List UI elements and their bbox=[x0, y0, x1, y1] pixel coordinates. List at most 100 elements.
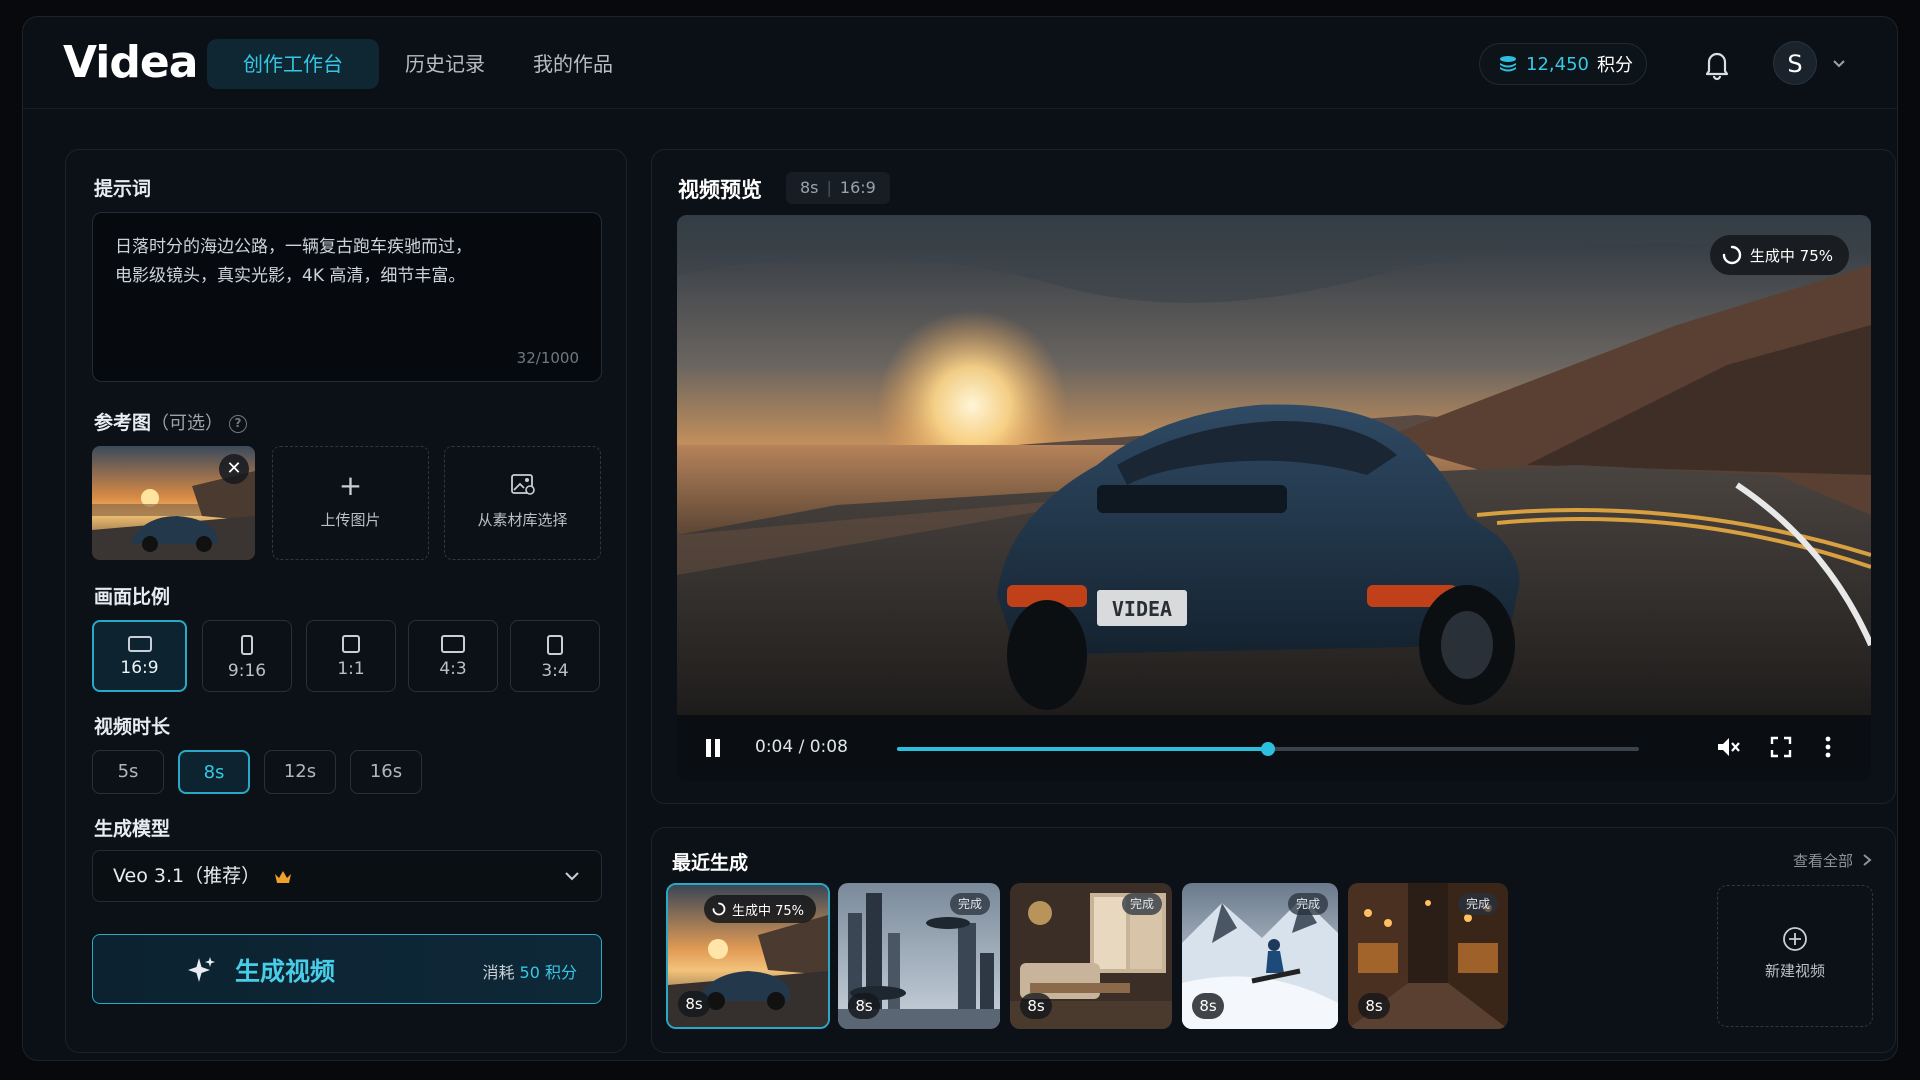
ratio-label: 画面比例 bbox=[94, 586, 171, 608]
chevron-down-icon bbox=[563, 867, 581, 885]
video-player[interactable]: VIDEA 生成中 75% 0:04 / 0:08 bbox=[677, 215, 1871, 781]
ratio-16-9-icon bbox=[127, 636, 152, 652]
ratio-text: 16:9 bbox=[120, 658, 159, 678]
model-select[interactable]: Veo 3.1（推荐） bbox=[92, 850, 602, 902]
ratio-option-1-1[interactable]: 1:1 bbox=[306, 620, 396, 692]
coins-icon bbox=[1498, 55, 1518, 73]
close-icon[interactable]: ✕ bbox=[219, 454, 249, 484]
progress-knob[interactable] bbox=[1261, 742, 1275, 756]
playback-time: 0:04 / 0:08 bbox=[755, 737, 848, 757]
duration-option-12s[interactable]: 12s bbox=[264, 750, 336, 794]
spinner-icon bbox=[1722, 245, 1742, 265]
recent-card[interactable]: 完成 8s bbox=[1348, 883, 1508, 1029]
card-duration: 8s bbox=[1358, 993, 1390, 1019]
card-status-text: 生成中 75% bbox=[731, 903, 804, 919]
card-status-badge: 完成 bbox=[1122, 893, 1162, 915]
app-logo: Videa bbox=[63, 37, 198, 88]
generate-cost: 消耗 50 积分 bbox=[482, 959, 577, 983]
crown-icon bbox=[274, 870, 292, 884]
top-header: Videa 创作工作台 历史记录 我的作品 12,450 积分 S bbox=[23, 17, 1897, 109]
preview-meta: 8s | 16:9 bbox=[786, 172, 890, 204]
cost-value: 50 积分 bbox=[519, 963, 577, 982]
pause-icon[interactable] bbox=[703, 737, 723, 759]
plus-circle-icon bbox=[1718, 926, 1872, 952]
char-counter: 32/1000 bbox=[516, 349, 579, 367]
prompt-text-line: 日落时分的海边公路，一辆复古跑车疾驰而过， bbox=[115, 237, 472, 257]
app-window: Videa 创作工作台 历史记录 我的作品 12,450 积分 S 提示词 日落… bbox=[22, 16, 1898, 1061]
recent-title: 最近生成 bbox=[672, 852, 749, 874]
spinner-icon bbox=[712, 902, 726, 916]
tab-workbench[interactable]: 创作工作台 bbox=[207, 39, 379, 89]
fullscreen-icon[interactable] bbox=[1769, 735, 1793, 759]
new-video-button[interactable]: 新建视频 bbox=[1717, 885, 1873, 1027]
duration-option-5s[interactable]: 5s bbox=[92, 750, 164, 794]
recent-card[interactable]: 生成中 75% 8s bbox=[666, 883, 830, 1029]
recent-card[interactable]: 完成 8s bbox=[1010, 883, 1172, 1029]
ratio-text: 3:4 bbox=[541, 661, 569, 681]
progress-slider[interactable] bbox=[897, 742, 1639, 756]
reference-label: 参考图（可选）? bbox=[94, 408, 248, 435]
sparkle-icon bbox=[187, 955, 217, 985]
card-status-badge: 完成 bbox=[1288, 893, 1328, 915]
ratio-4-3-icon bbox=[441, 635, 465, 653]
chevron-right-icon[interactable] bbox=[1861, 853, 1873, 867]
more-options-icon[interactable] bbox=[1823, 735, 1833, 759]
preview-title: 视频预览 bbox=[678, 178, 762, 202]
view-all-link[interactable]: 查看全部 bbox=[1793, 850, 1853, 871]
generating-status-text: 生成中 75% bbox=[1749, 246, 1833, 265]
ratio-text: 1:1 bbox=[337, 659, 365, 679]
duration-label: 视频时长 bbox=[94, 716, 171, 738]
duration-option-16s[interactable]: 16s bbox=[350, 750, 422, 794]
image-library-icon bbox=[445, 473, 600, 499]
ratio-3-4-icon bbox=[547, 635, 563, 655]
ratio-option-16-9[interactable]: 16:9 bbox=[92, 620, 187, 692]
generate-label: 生成视频 bbox=[235, 957, 336, 986]
card-duration: 8s bbox=[1020, 993, 1052, 1019]
user-avatar[interactable]: S bbox=[1773, 41, 1817, 85]
ratio-9-16-icon bbox=[241, 635, 253, 655]
reference-image[interactable]: ✕ bbox=[92, 446, 255, 560]
generate-video-button[interactable]: 生成视频 消耗 50 积分 bbox=[92, 934, 602, 1004]
duration-option-8s[interactable]: 8s bbox=[178, 750, 250, 794]
card-duration: 8s bbox=[678, 991, 710, 1017]
license-plate: VIDEA bbox=[1112, 597, 1172, 621]
recent-card[interactable]: 完成 8s bbox=[838, 883, 1000, 1029]
library-select-button[interactable]: 从素材库选择 bbox=[444, 446, 601, 560]
upload-image-button[interactable]: + 上传图片 bbox=[272, 446, 429, 560]
ratio-1-1-icon bbox=[342, 635, 360, 653]
recent-generations-panel: 最近生成 查看全部 生成中 75% 8s 完成 8s 完成 8s 完成 8s 完… bbox=[651, 827, 1896, 1053]
recent-card[interactable]: 完成 8s bbox=[1182, 883, 1338, 1029]
credits-unit: 积分 bbox=[1596, 55, 1633, 76]
notification-bell-icon[interactable] bbox=[1701, 47, 1733, 81]
ratio-option-3-4[interactable]: 3:4 bbox=[510, 620, 600, 692]
card-status-badge: 完成 bbox=[1458, 893, 1498, 915]
ratio-option-9-16[interactable]: 9:16 bbox=[202, 620, 292, 692]
tab-my-works[interactable]: 我的作品 bbox=[497, 39, 649, 89]
ratio-option-4-3[interactable]: 4:3 bbox=[408, 620, 498, 692]
meta-duration: 8s bbox=[800, 178, 819, 197]
card-status-badge: 生成中 75% bbox=[703, 895, 816, 923]
settings-panel: 提示词 日落时分的海边公路，一辆复古跑车疾驰而过， 电影级镜头，真实光影，4K … bbox=[65, 149, 627, 1053]
card-duration: 8s bbox=[1192, 993, 1224, 1019]
credits-badge[interactable]: 12,450 积分 bbox=[1479, 43, 1647, 85]
model-label: 生成模型 bbox=[94, 818, 171, 840]
ratio-text: 4:3 bbox=[439, 659, 467, 679]
prompt-textarea[interactable]: 日落时分的海边公路，一辆复古跑车疾驰而过， 电影级镜头，真实光影，4K 高清，细… bbox=[92, 212, 602, 382]
help-icon[interactable]: ? bbox=[229, 414, 248, 433]
chevron-down-icon[interactable] bbox=[1831, 55, 1847, 71]
upload-label: 上传图片 bbox=[320, 511, 381, 529]
progress-fill bbox=[897, 747, 1268, 751]
ratio-text: 9:16 bbox=[227, 661, 267, 681]
reference-optional: （可选） bbox=[151, 413, 224, 434]
library-label: 从素材库选择 bbox=[477, 511, 568, 529]
reference-title: 参考图 bbox=[94, 412, 152, 434]
credits-value: 12,450 bbox=[1526, 53, 1589, 75]
prompt-label: 提示词 bbox=[94, 178, 152, 200]
card-status-badge: 完成 bbox=[950, 893, 990, 915]
mute-icon[interactable] bbox=[1715, 735, 1741, 759]
new-video-label: 新建视频 bbox=[1764, 962, 1825, 980]
model-value: Veo 3.1（推荐） bbox=[113, 865, 261, 887]
card-duration: 8s bbox=[848, 993, 880, 1019]
video-preview-panel: 视频预览 8s | 16:9 VIDEA 生成中 75% 0:04 / 0:08 bbox=[651, 149, 1896, 804]
cost-prefix: 消耗 bbox=[482, 963, 515, 982]
